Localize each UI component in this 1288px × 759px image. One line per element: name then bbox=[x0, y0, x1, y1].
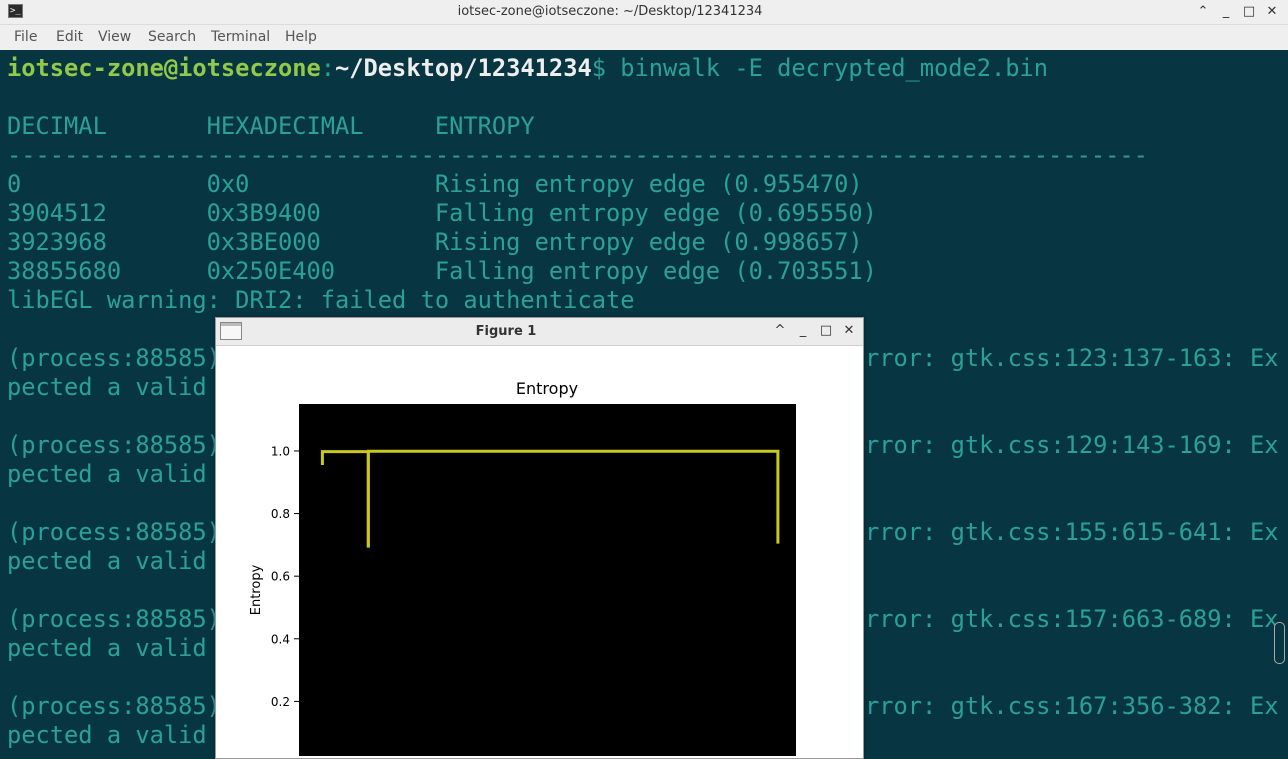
y-tick-label: 0.6 bbox=[271, 570, 290, 584]
y-tick-label: 0.2 bbox=[271, 695, 290, 709]
process-warning: (process:88585) bbox=[7, 431, 221, 459]
table-header: DECIMAL HEXADECIMAL ENTROPY bbox=[7, 112, 535, 140]
menu-search[interactable]: Search bbox=[148, 29, 196, 45]
scrollbar-thumb[interactable] bbox=[1274, 622, 1285, 664]
gtk-error: rror: gtk.css:157:663-689: Ex bbox=[865, 605, 1279, 633]
chart-title: Entropy bbox=[516, 379, 578, 398]
minimize-button[interactable]: _ bbox=[1216, 2, 1236, 22]
error-continuation: pected a valid bbox=[7, 373, 207, 401]
gtk-error: rror: gtk.css:129:143-169: Ex bbox=[865, 431, 1279, 459]
scroll-up-icon[interactable]: ⌃ bbox=[1193, 2, 1213, 22]
process-warning: (process:88585) bbox=[7, 605, 221, 633]
figure-titlebar[interactable]: Figure 1 ^ _ □ ✕ bbox=[216, 318, 863, 346]
menu-file[interactable]: File bbox=[14, 29, 37, 45]
command-text: $ binwalk -E decrypted_mode2.bin bbox=[591, 54, 1049, 82]
figure-title: Figure 1 bbox=[475, 324, 537, 339]
menu-view[interactable]: View bbox=[98, 29, 131, 45]
prompt-line: iotsec-zone@iotseczone:~/Desktop/1234123… bbox=[7, 54, 1048, 83]
y-tick-label: 0.4 bbox=[271, 632, 290, 646]
menu-terminal[interactable]: Terminal bbox=[211, 29, 270, 45]
prompt-separator: : bbox=[320, 54, 336, 82]
figure-window[interactable]: Figure 1 ^ _ □ ✕ Entropy 0.00.20.40.60.8… bbox=[215, 317, 864, 759]
entropy-plot: Entropy 0.00.20.40.60.81.0 Entropy bbox=[249, 379, 796, 756]
table-row: 0 0x0 Rising entropy edge (0.955470) bbox=[7, 170, 863, 198]
prompt-path: ~/Desktop/12341234 bbox=[335, 54, 592, 82]
y-tick-label: 0.8 bbox=[271, 507, 290, 521]
table-separator: ----------------------------------------… bbox=[7, 141, 1148, 169]
table-row: 3904512 0x3B9400 Falling entropy edge (0… bbox=[7, 199, 877, 227]
table-row: 38855680 0x250E400 Falling entropy edge … bbox=[7, 257, 877, 285]
close-button[interactable]: ✕ bbox=[1262, 2, 1282, 22]
maximize-button[interactable]: □ bbox=[1239, 2, 1259, 22]
error-continuation: pected a valid bbox=[7, 460, 207, 488]
terminal-titlebar: >_ iotsec-zone@iotseczone: ~/Desktop/123… bbox=[0, 0, 1288, 25]
window-title: iotsec-zone@iotseczone: ~/Desktop/123412… bbox=[457, 4, 763, 19]
gtk-error: rror: gtk.css:167:356-382: Ex bbox=[865, 692, 1279, 720]
plot-area bbox=[299, 404, 796, 756]
error-continuation: pected a valid bbox=[7, 634, 207, 662]
menu-help[interactable]: Help bbox=[285, 29, 317, 45]
gtk-error: rror: gtk.css:155:615-641: Ex bbox=[865, 518, 1279, 546]
figure-minimize-button[interactable]: _ bbox=[793, 321, 813, 341]
figure-maximize-button[interactable]: □ bbox=[816, 321, 836, 341]
libegl-warning: libEGL warning: DRI2: failed to authenti… bbox=[7, 286, 635, 314]
menubar: File Edit View Search Terminal Help bbox=[0, 25, 1288, 50]
table-row: 3923968 0x3BE000 Rising entropy edge (0.… bbox=[7, 228, 863, 256]
error-continuation: pected a valid bbox=[7, 721, 207, 749]
prompt-user: iotsec-zone@iotseczone bbox=[7, 54, 321, 82]
figure-scroll-up-icon[interactable]: ^ bbox=[770, 321, 790, 341]
gtk-error: rror: gtk.css:123:137-163: Ex bbox=[865, 344, 1279, 372]
y-axis-label: Entropy bbox=[249, 564, 264, 615]
y-tick-label: 1.0 bbox=[271, 444, 290, 458]
process-warning: (process:88585) bbox=[7, 344, 221, 372]
process-warning: (process:88585) bbox=[7, 692, 221, 720]
figure-close-button[interactable]: ✕ bbox=[839, 321, 859, 341]
process-warning: (process:88585) bbox=[7, 518, 221, 546]
menu-edit[interactable]: Edit bbox=[56, 29, 83, 45]
error-continuation: pected a valid bbox=[7, 547, 207, 575]
